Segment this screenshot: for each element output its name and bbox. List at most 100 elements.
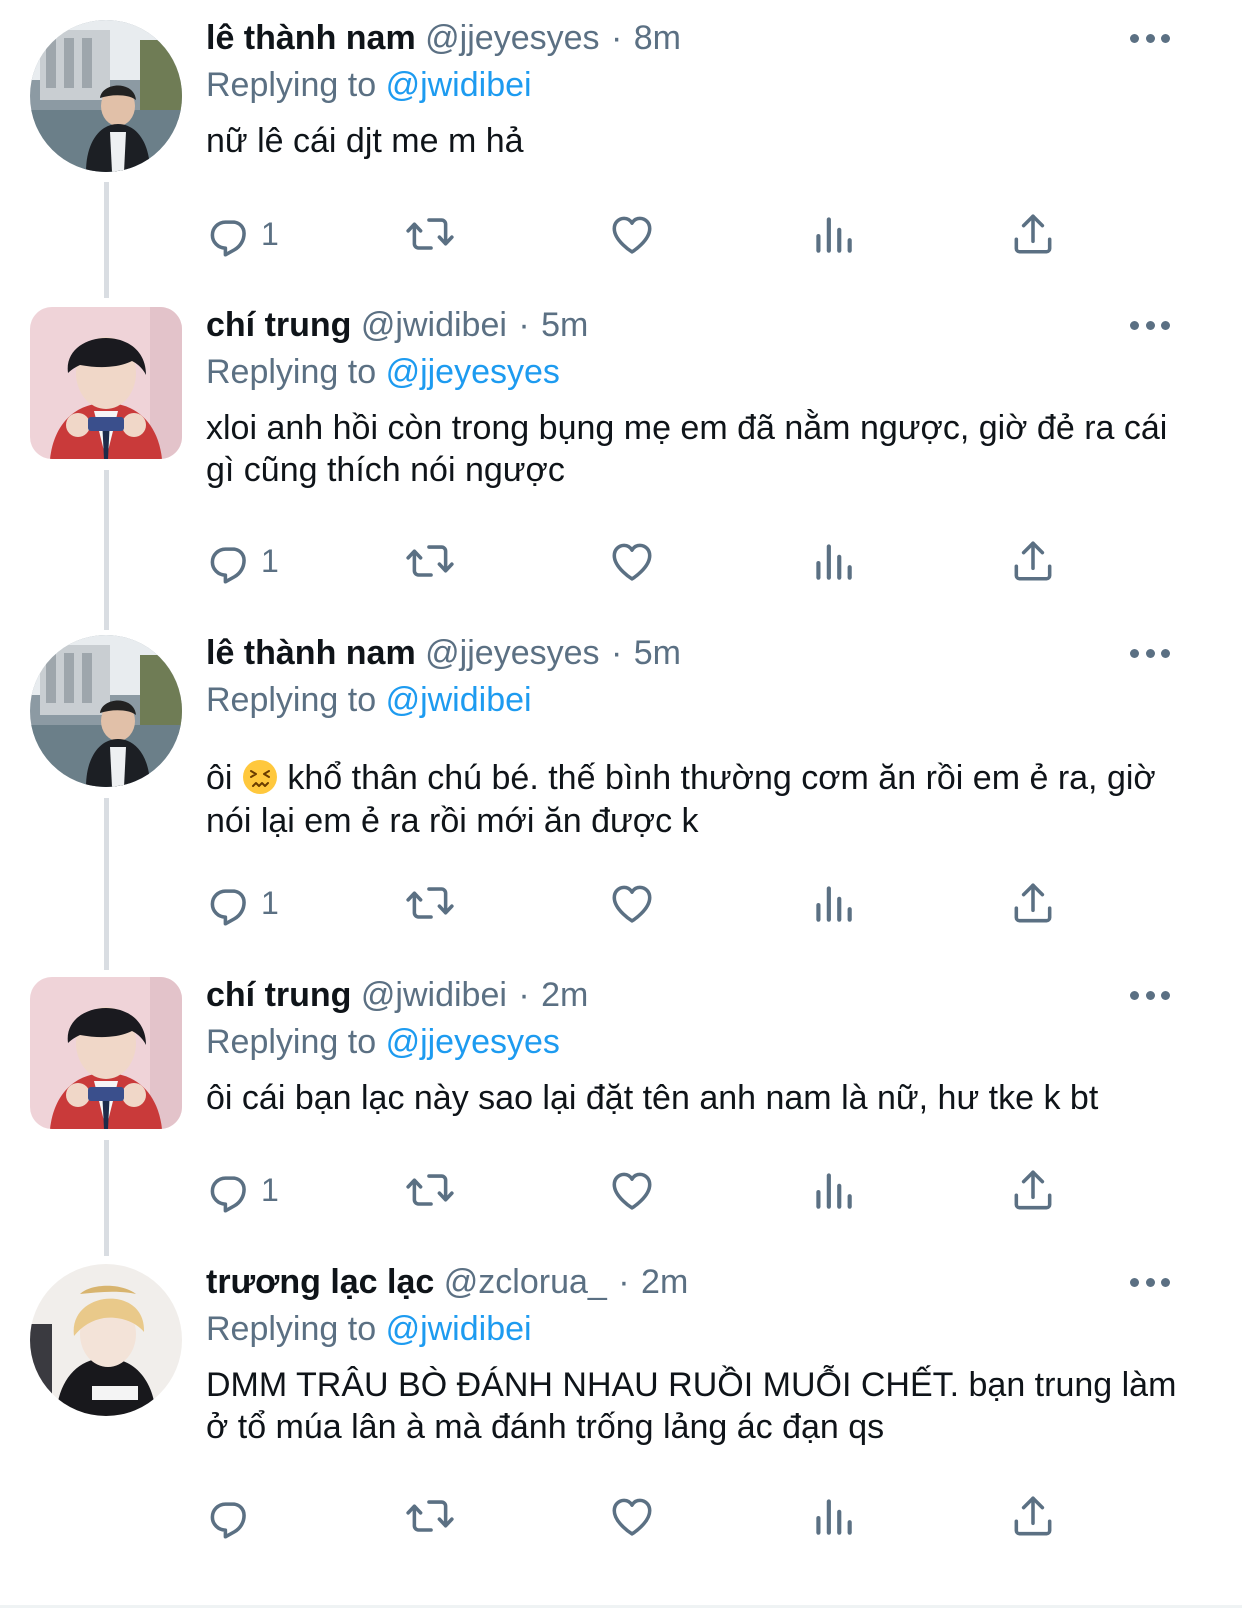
- user-handle[interactable]: @jjeyesyes: [425, 19, 599, 57]
- tweet-actions: 1: [0, 204, 1242, 264]
- mention-link[interactable]: @jwidibei: [386, 681, 532, 719]
- retweet-button[interactable]: [405, 531, 455, 591]
- avatar[interactable]: [30, 1264, 182, 1416]
- avatar[interactable]: [30, 20, 182, 172]
- replying-to: Replying to @jwidibei: [206, 61, 532, 109]
- retweet-button[interactable]: [405, 873, 455, 933]
- analytics-icon: [808, 1491, 858, 1541]
- tweet-header: lê thành nam @jjeyesyes · 5m: [206, 629, 681, 677]
- user-handle[interactable]: @zclorua_: [444, 1263, 607, 1301]
- like-icon: [607, 536, 657, 586]
- share-icon: [1008, 536, 1058, 586]
- replying-to: Replying to @jwidibei: [206, 1305, 532, 1353]
- mention-link[interactable]: @jjeyesyes: [386, 1023, 560, 1061]
- more-icon[interactable]: [1130, 1258, 1170, 1306]
- tweet-actions: 1: [0, 1160, 1242, 1220]
- analytics-button[interactable]: [808, 1486, 858, 1546]
- reply-icon: [205, 878, 255, 928]
- reply-button[interactable]: 1: [205, 873, 279, 933]
- share-button[interactable]: [1008, 873, 1058, 933]
- retweet-icon: [405, 878, 455, 928]
- analytics-icon: [808, 536, 858, 586]
- analytics-button[interactable]: [808, 531, 858, 591]
- retweet-button[interactable]: [405, 1160, 455, 1220]
- like-button[interactable]: [607, 873, 657, 933]
- user-handle[interactable]: @jwidibei: [361, 976, 507, 1014]
- tweet-text-part: ôi: [206, 759, 242, 797]
- mention-link[interactable]: @jwidibei: [386, 66, 532, 104]
- avatar[interactable]: [30, 307, 182, 459]
- separator: ·: [610, 634, 623, 672]
- replying-prefix: Replying to: [206, 1310, 377, 1348]
- display-name[interactable]: trương lạc lạc: [206, 1263, 434, 1301]
- display-name[interactable]: chí trung: [206, 306, 351, 344]
- reply-icon: [205, 1165, 255, 1215]
- timestamp[interactable]: 2m: [641, 1263, 688, 1301]
- replying-prefix: Replying to: [206, 66, 377, 104]
- like-icon: [607, 209, 657, 259]
- like-icon: [607, 878, 657, 928]
- like-button[interactable]: [607, 531, 657, 591]
- like-icon: [607, 1491, 657, 1541]
- timestamp[interactable]: 2m: [541, 976, 588, 1014]
- timestamp[interactable]: 5m: [541, 306, 588, 344]
- display-name[interactable]: lê thành nam: [206, 19, 416, 57]
- replying-prefix: Replying to: [206, 681, 377, 719]
- retweet-icon: [405, 209, 455, 259]
- user-handle[interactable]: @jwidibei: [361, 306, 507, 344]
- reply-button[interactable]: 1: [205, 204, 279, 264]
- reply-count: 1: [261, 215, 279, 252]
- retweet-button[interactable]: [405, 1486, 455, 1546]
- like-button[interactable]: [607, 204, 657, 264]
- mention-link[interactable]: @jwidibei: [386, 1310, 532, 1348]
- replying-prefix: Replying to: [206, 353, 377, 391]
- share-icon: [1008, 209, 1058, 259]
- more-icon[interactable]: [1130, 629, 1170, 677]
- avatar[interactable]: [30, 977, 182, 1129]
- analytics-icon: [808, 878, 858, 928]
- more-icon[interactable]: [1130, 301, 1170, 349]
- timestamp[interactable]: 8m: [634, 19, 681, 57]
- share-button[interactable]: [1008, 1160, 1058, 1220]
- like-button[interactable]: [607, 1486, 657, 1546]
- tweet-actions: 1: [0, 873, 1242, 933]
- tweet-text: ôi cái bạn lạc này sao lại đặt tên anh n…: [206, 1079, 1099, 1117]
- reply-button[interactable]: [205, 1486, 261, 1546]
- replying-to: Replying to @jjeyesyes: [206, 348, 560, 396]
- tweet-actions: [0, 1486, 1242, 1546]
- mention-link[interactable]: @jjeyesyes: [386, 353, 560, 391]
- avatar[interactable]: [30, 635, 182, 787]
- more-icon[interactable]: [1130, 14, 1170, 62]
- reply-count: 1: [261, 884, 279, 921]
- reply-button[interactable]: 1: [205, 531, 279, 591]
- reply-count: 1: [261, 1171, 279, 1208]
- share-button[interactable]: [1008, 531, 1058, 591]
- analytics-button[interactable]: [808, 204, 858, 264]
- replying-prefix: Replying to: [206, 1023, 377, 1061]
- analytics-icon: [808, 209, 858, 259]
- analytics-button[interactable]: [808, 873, 858, 933]
- timestamp[interactable]: 5m: [634, 634, 681, 672]
- like-button[interactable]: [607, 1160, 657, 1220]
- share-button[interactable]: [1008, 1486, 1058, 1546]
- separator: ·: [610, 19, 623, 57]
- separator: ·: [618, 1263, 630, 1301]
- confounded-face-emoji: [242, 759, 278, 795]
- retweet-button[interactable]: [405, 204, 455, 264]
- replying-to: Replying to @jwidibei: [206, 676, 532, 724]
- reply-icon: [205, 536, 255, 586]
- tweet-text-part: khổ thân chú bé. thế bình thường cơm ăn …: [206, 759, 1156, 840]
- separator: ·: [518, 976, 530, 1014]
- reply-button[interactable]: 1: [205, 1160, 279, 1220]
- retweet-icon: [405, 1491, 455, 1541]
- tweet-header: lê thành nam @jjeyesyes · 8m: [206, 14, 681, 62]
- display-name[interactable]: chí trung: [206, 976, 351, 1014]
- more-icon[interactable]: [1130, 971, 1170, 1019]
- retweet-icon: [405, 1165, 455, 1215]
- analytics-button[interactable]: [808, 1160, 858, 1220]
- user-handle[interactable]: @jjeyesyes: [425, 634, 599, 672]
- display-name[interactable]: lê thành nam: [206, 634, 416, 672]
- share-button[interactable]: [1008, 204, 1058, 264]
- like-icon: [607, 1165, 657, 1215]
- separator: ·: [518, 306, 530, 344]
